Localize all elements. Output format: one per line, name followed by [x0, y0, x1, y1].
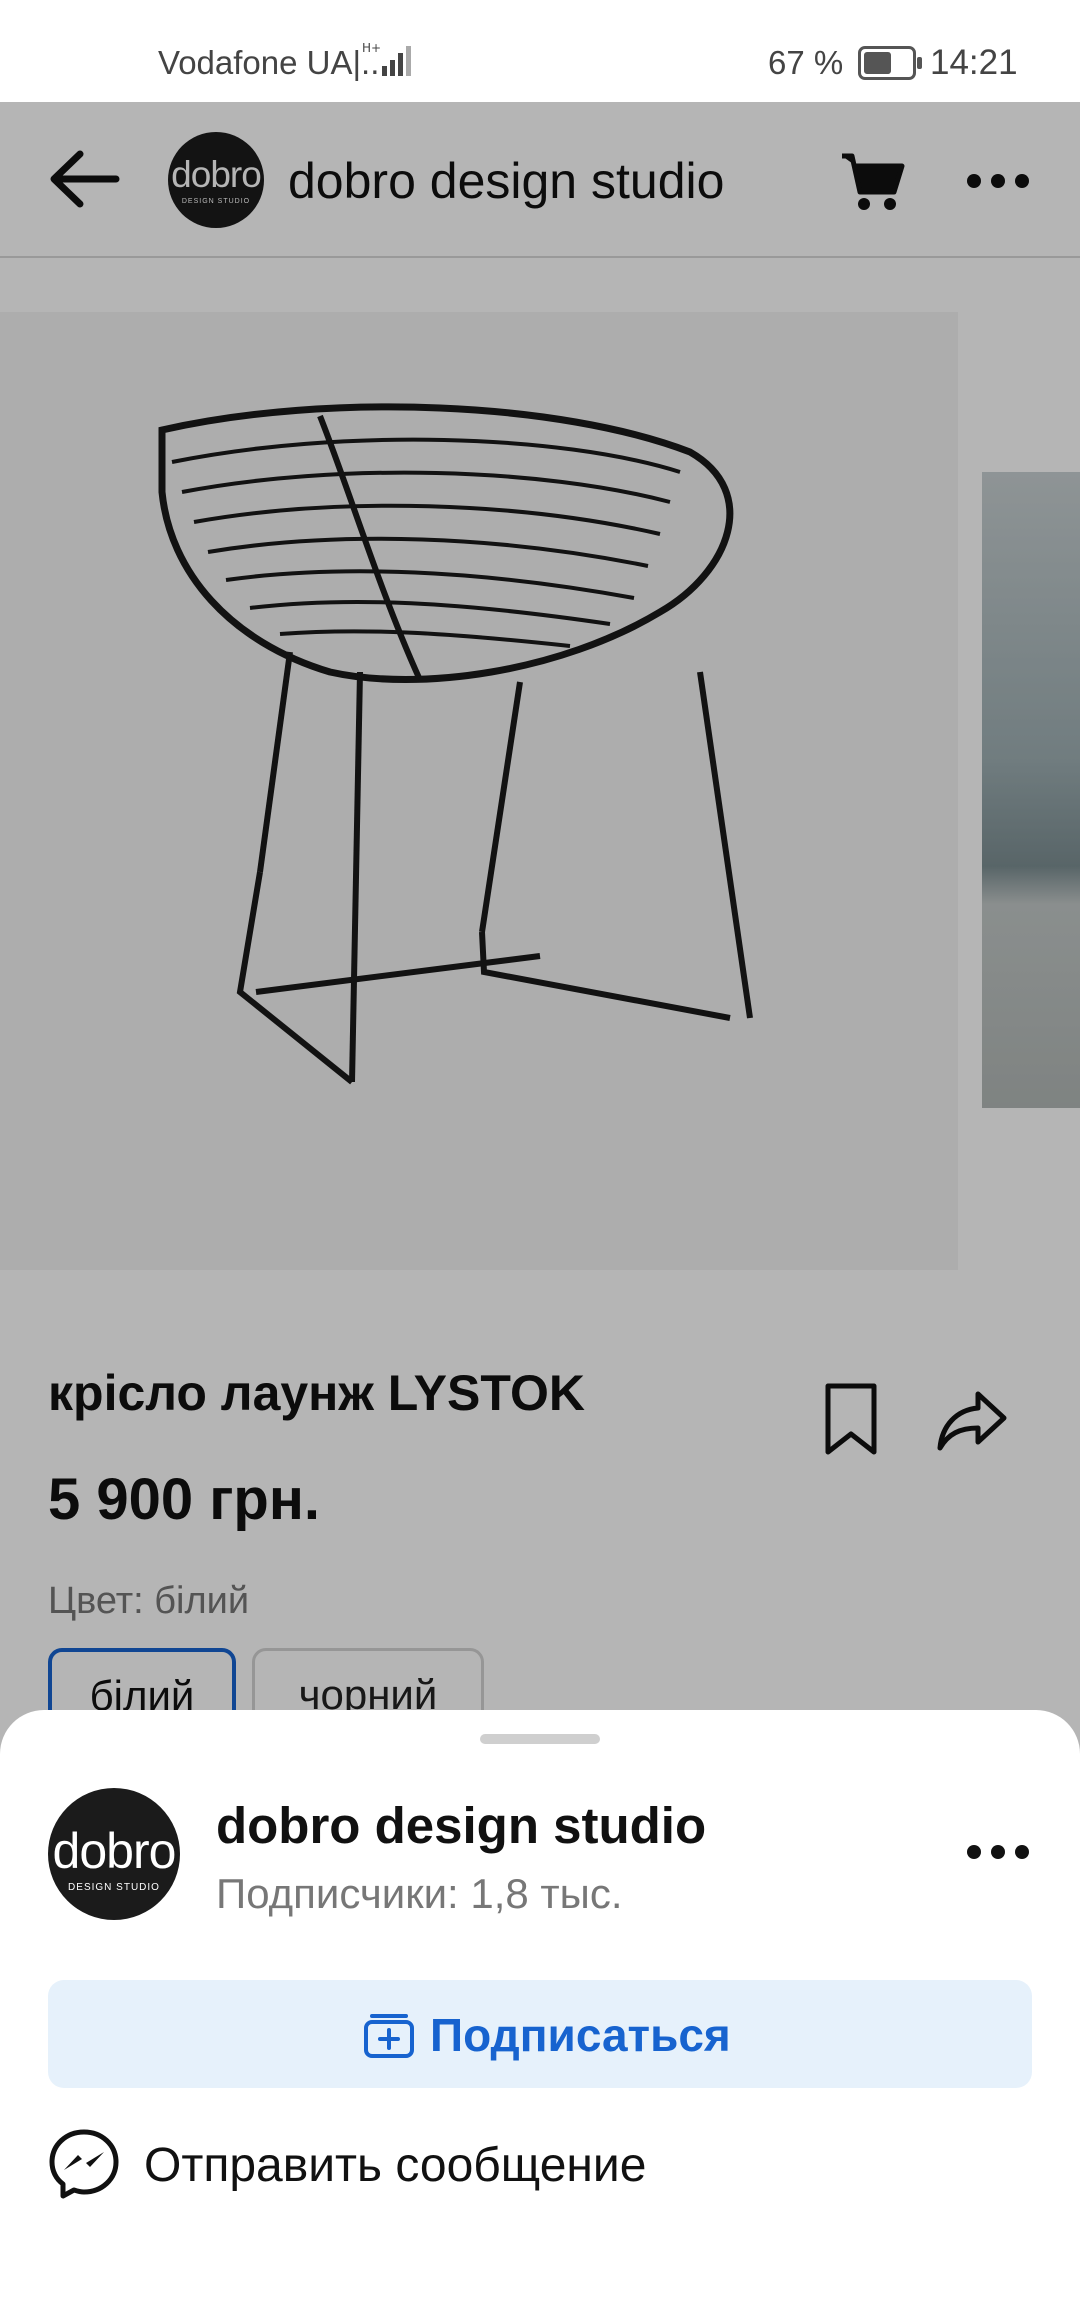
shop-bottom-sheet: dobro DESIGN STUDIO dobro design studio …	[0, 1710, 1080, 2310]
sheet-avatar-logo-text: dobro	[52, 1823, 177, 1879]
send-message-button[interactable]: Отправить сообщение	[48, 2110, 1032, 2220]
subscribe-button[interactable]: Подписаться	[48, 1980, 1032, 2088]
signal-icon: H+	[362, 41, 411, 76]
battery-percent: 67 %	[768, 44, 844, 81]
messenger-icon	[49, 2129, 119, 2199]
sheet-more-options-icon[interactable]	[958, 1820, 1038, 1884]
subscribe-label: Подписаться	[430, 2009, 731, 2061]
status-bar: Vodafone UA|... H+ 67 % 14:21	[0, 0, 1080, 102]
clock: 14:21	[930, 43, 1018, 82]
carrier-name: Vodafone UA|...	[158, 44, 389, 81]
follow-plus-icon	[364, 2014, 414, 2058]
sheet-drag-handle[interactable]	[480, 1734, 600, 1744]
sheet-avatar-logo-subtext: DESIGN STUDIO	[68, 1882, 160, 1893]
sheet-shop-name[interactable]: dobro design studio	[216, 1796, 706, 1855]
battery-icon	[858, 46, 922, 80]
subscriber-count: Подписчики: 1,8 тыс.	[216, 1870, 623, 1917]
sheet-shop-avatar[interactable]: dobro DESIGN STUDIO	[48, 1788, 180, 1920]
svg-text:H+: H+	[362, 41, 381, 55]
send-message-label: Отправить сообщение	[144, 2139, 647, 2192]
